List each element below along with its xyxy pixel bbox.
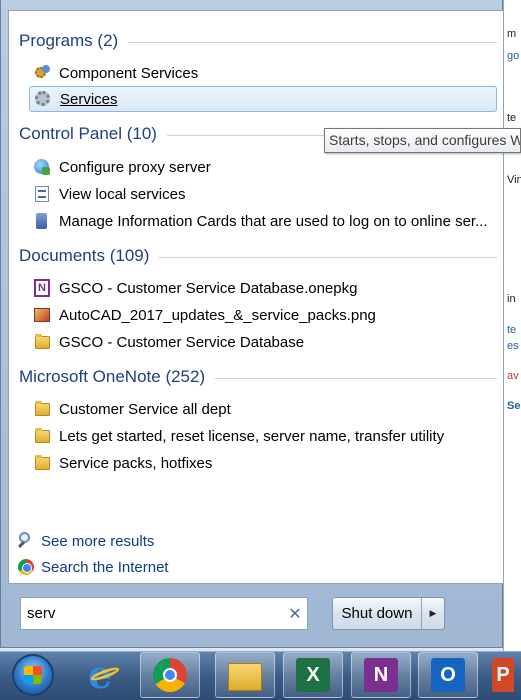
bg-fragment: Vin: [507, 174, 521, 186]
bg-fragment: go: [507, 50, 520, 62]
bg-fragment: in: [507, 293, 516, 305]
magnifier-icon: [17, 532, 35, 550]
result-label: View local services: [59, 185, 186, 203]
result-label: AutoCAD_2017_updates_&_service_packs.png: [59, 306, 376, 324]
result-label: Manage Information Cards that are used t…: [59, 212, 488, 230]
bg-fragment: av: [507, 370, 519, 382]
result-label: GSCO - Customer Service Database.onepkg: [59, 279, 358, 297]
group-title: Programs (2): [19, 31, 119, 50]
result-document[interactable]: GSCO - Customer Service Database: [29, 329, 497, 355]
folder-icon: [228, 663, 262, 691]
result-label: Customer Service all dept: [59, 400, 231, 418]
taskbar-excel[interactable]: X: [283, 652, 343, 698]
result-label: Component Services: [59, 64, 199, 82]
result-component-services[interactable]: Component Services: [29, 60, 497, 86]
result-label: Lets get started, reset license, server …: [59, 427, 445, 445]
search-results-pane: Programs (2) Component Services Services…: [8, 10, 504, 584]
onenote-icon: N: [364, 658, 398, 692]
outlook-icon: O: [431, 658, 465, 692]
result-label: Services: [60, 90, 118, 108]
result-onenote[interactable]: Customer Service all dept: [29, 396, 497, 422]
search-internet-link[interactable]: Search the Internet: [17, 558, 169, 576]
result-view-local-services[interactable]: View local services: [29, 181, 497, 207]
chrome-icon: [17, 558, 35, 576]
programs-group-header[interactable]: Programs (2): [19, 31, 497, 51]
taskbar-onenote[interactable]: N: [351, 652, 411, 698]
group-title: Microsoft OneNote (252): [19, 367, 206, 386]
powerpoint-icon: P: [492, 658, 514, 692]
folder-icon: [33, 454, 51, 472]
result-label: GSCO - Customer Service Database: [59, 333, 305, 351]
background-window: m go te Vin in te es av Se: [503, 0, 521, 655]
internet-explorer-icon: [88, 652, 122, 697]
clear-search-icon[interactable]: ✕: [283, 604, 307, 624]
taskbar-chrome[interactable]: [140, 652, 200, 698]
image-file-icon: [33, 306, 51, 324]
services-tooltip: Starts, stops, and configures W: [324, 128, 521, 153]
documents-group-header[interactable]: Documents (109): [19, 246, 497, 266]
result-services[interactable]: Services: [29, 86, 497, 112]
taskbar-internet-explorer[interactable]: [75, 652, 135, 698]
onenote-file-icon: [33, 279, 51, 297]
excel-icon: X: [296, 658, 330, 692]
result-manage-information-cards[interactable]: Manage Information Cards that are used t…: [29, 208, 497, 234]
divider: [128, 42, 497, 43]
group-title: Documents (109): [19, 246, 150, 265]
taskbar-outlook[interactable]: O: [418, 652, 478, 698]
result-onenote[interactable]: Service packs, hotfixes: [29, 450, 497, 476]
services-list-icon: [33, 185, 51, 203]
result-onenote[interactable]: Lets get started, reset license, server …: [29, 423, 497, 449]
taskbar-file-explorer[interactable]: [215, 652, 275, 698]
start-menu: Programs (2) Component Services Services…: [0, 0, 504, 648]
divider: [159, 257, 497, 258]
result-document[interactable]: GSCO - Customer Service Database.onepkg: [29, 275, 497, 301]
search-input[interactable]: [21, 604, 283, 623]
information-card-icon: [33, 212, 51, 230]
shutdown-button[interactable]: Shut down: [333, 598, 422, 629]
bg-fragment: es: [507, 340, 519, 352]
result-document[interactable]: AutoCAD_2017_updates_&_service_packs.png: [29, 302, 497, 328]
component-services-icon: [33, 64, 51, 82]
bg-fragment: te: [507, 112, 517, 124]
bg-fragment: Se: [507, 400, 521, 412]
taskbar-powerpoint[interactable]: P: [485, 652, 521, 698]
search-box[interactable]: ✕: [20, 597, 308, 630]
services-gear-icon: [34, 90, 52, 108]
start-orb-icon[interactable]: [12, 654, 54, 696]
link-label: Search the Internet: [41, 558, 169, 576]
group-title: Control Panel (10): [19, 124, 157, 143]
chrome-icon: [153, 658, 187, 692]
result-configure-proxy[interactable]: Configure proxy server: [29, 154, 497, 180]
globe-icon: [33, 158, 51, 176]
shutdown-button-group: Shut down ▶: [332, 597, 445, 630]
bg-fragment: te: [507, 324, 517, 336]
see-more-results-link[interactable]: See more results: [17, 532, 154, 550]
result-label: Service packs, hotfixes: [59, 454, 213, 472]
link-label: See more results: [41, 532, 155, 550]
shutdown-options-arrow-icon[interactable]: ▶: [422, 598, 444, 629]
onenote-group-header[interactable]: Microsoft OneNote (252): [19, 367, 497, 387]
folder-icon: [33, 333, 51, 351]
bg-fragment: m: [507, 28, 517, 40]
divider: [215, 378, 497, 379]
result-label: Configure proxy server: [59, 158, 211, 176]
folder-icon: [33, 427, 51, 445]
folder-icon: [33, 400, 51, 418]
